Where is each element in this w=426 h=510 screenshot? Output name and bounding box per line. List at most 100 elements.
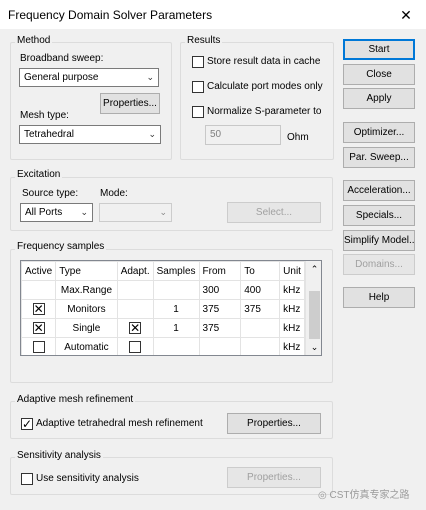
source-type-select[interactable]: All Ports ⌄ (20, 203, 93, 222)
close-icon[interactable]: ✕ (396, 5, 416, 25)
unit-cell: kHz (279, 337, 305, 355)
column-header-type[interactable]: Type (55, 261, 118, 281)
from-cell[interactable]: 375 (198, 318, 242, 338)
par-sweep-button[interactable]: Par. Sweep... (343, 147, 415, 168)
table-row[interactable]: ✕ Single ✕ 1 375 kHz (21, 318, 305, 338)
sensitivity-properties-button[interactable]: Properties... (227, 467, 321, 488)
chevron-down-icon: ⌄ (159, 207, 167, 217)
table-row[interactable]: Automatic kHz (21, 337, 305, 355)
impedance-input[interactable]: 50 (205, 125, 281, 145)
sensitivity-label: Use sensitivity analysis (36, 473, 139, 484)
acceleration-button[interactable]: Acceleration... (343, 180, 415, 201)
mode-select[interactable]: ⌄ (99, 203, 172, 222)
wechat-icon: ◎ (318, 490, 327, 501)
column-header-to[interactable]: To (240, 261, 281, 281)
to-cell[interactable]: 400 (240, 280, 281, 300)
port-modes-checkbox[interactable] (192, 81, 204, 93)
from-cell[interactable]: 300 (198, 280, 242, 300)
adapt-cell[interactable] (116, 337, 154, 355)
unit-cell: kHz (279, 280, 305, 300)
adaptive-properties-button[interactable]: Properties... (227, 413, 321, 434)
store-cache-checkbox[interactable] (192, 56, 204, 68)
adaptive-mesh-group-label: Adaptive mesh refinement (15, 394, 136, 405)
watermark-text: CST仿真专家之路 (329, 490, 410, 501)
chevron-down-icon: ⌄ (146, 72, 154, 82)
table-vertical-scrollbar[interactable]: ⌃ ⌄ (305, 261, 321, 355)
port-modes-label: Calculate port modes only (207, 81, 323, 92)
to-cell[interactable] (240, 337, 281, 355)
apply-button[interactable]: Apply (343, 88, 415, 109)
adaptive-mesh-checkbox[interactable]: ✓ (21, 418, 33, 430)
active-cell[interactable] (21, 337, 57, 355)
column-header-samples[interactable]: Samples (152, 261, 200, 281)
mesh-type-label: Mesh type: (20, 110, 69, 121)
chevron-down-icon: ⌄ (80, 207, 88, 217)
type-cell: Monitors (55, 299, 118, 319)
adapt-cell[interactable]: ✕ (116, 318, 154, 338)
table-header-row: Active Type Adapt. Samples From To Unit (21, 261, 305, 281)
unit-cell: kHz (279, 299, 305, 319)
broadband-sweep-label: Broadband sweep: (20, 53, 104, 64)
scroll-up-icon[interactable]: ⌃ (306, 261, 321, 278)
normalize-sparam-label: Normalize S-parameter to (207, 106, 322, 117)
from-cell[interactable]: 375 (198, 299, 242, 319)
checkbox[interactable] (32, 341, 45, 353)
frequency-samples-table[interactable]: Active Type Adapt. Samples From To Unit … (20, 260, 322, 356)
active-cell[interactable]: ✕ (21, 318, 57, 338)
method-group-label: Method (15, 35, 53, 46)
specials-button[interactable]: Specials... (343, 205, 415, 226)
source-type-label: Source type: (22, 188, 79, 199)
scroll-down-icon[interactable]: ⌄ (306, 339, 321, 355)
checkmark-icon[interactable]: ✕ (32, 322, 45, 334)
mesh-type-value: Tetrahedral (24, 129, 75, 140)
column-header-unit[interactable]: Unit (279, 261, 305, 281)
sensitivity-checkbox[interactable] (21, 473, 33, 485)
column-header-adapt[interactable]: Adapt. (116, 261, 154, 281)
type-cell: Max.Range (55, 280, 118, 300)
adapt-cell (116, 280, 154, 300)
simplify-model-button[interactable]: Simplify Model... (343, 230, 415, 251)
samples-cell[interactable]: 1 (152, 318, 200, 338)
domains-button[interactable]: Domains... (343, 254, 415, 275)
excitation-select-button[interactable]: Select... (227, 202, 321, 223)
column-header-from[interactable]: From (198, 261, 242, 281)
optimizer-button[interactable]: Optimizer... (343, 122, 415, 143)
source-type-value: All Ports (25, 207, 63, 218)
checkbox[interactable] (129, 341, 142, 353)
samples-cell[interactable] (152, 280, 200, 300)
scrollbar-thumb[interactable] (309, 291, 320, 339)
normalize-sparam-checkbox[interactable] (192, 106, 204, 118)
checkmark-icon[interactable]: ✕ (129, 322, 142, 334)
type-cell: Single (55, 318, 118, 338)
start-button[interactable]: Start (343, 39, 415, 60)
broadband-sweep-select[interactable]: General purpose ⌄ (19, 68, 159, 87)
excitation-group-label: Excitation (15, 169, 63, 180)
help-button[interactable]: Help (343, 287, 415, 308)
table-row[interactable]: ✕ Monitors 1 375 375 kHz (21, 299, 305, 319)
samples-cell[interactable]: 1 (152, 299, 200, 319)
method-properties-button[interactable]: Properties... (100, 93, 160, 114)
chevron-down-icon: ⌄ (148, 129, 156, 139)
watermark: ◎ CST仿真专家之路 (318, 486, 410, 501)
table-row[interactable]: Max.Range 300 400 kHz (21, 280, 305, 300)
close-button[interactable]: Close (343, 64, 415, 85)
active-cell[interactable]: ✕ (21, 299, 57, 319)
to-cell[interactable]: 375 (240, 299, 281, 319)
sensitivity-group-label: Sensitivity analysis (15, 450, 103, 461)
broadband-sweep-value: General purpose (24, 72, 99, 83)
type-cell: Automatic (55, 337, 118, 355)
samples-cell[interactable] (152, 337, 200, 355)
column-header-active[interactable]: Active (21, 261, 57, 281)
to-cell[interactable] (240, 318, 281, 338)
active-cell (21, 280, 57, 300)
window-title: Frequency Domain Solver Parameters (8, 8, 213, 22)
adapt-cell (116, 299, 154, 319)
impedance-unit-label: Ohm (287, 132, 309, 143)
title-bar: Frequency Domain Solver Parameters ✕ (0, 0, 426, 30)
store-cache-label: Store result data in cache (207, 56, 321, 67)
results-group-label: Results (185, 35, 223, 46)
from-cell[interactable] (198, 337, 242, 355)
frequency-samples-group-label: Frequency samples (15, 241, 107, 252)
mesh-type-select[interactable]: Tetrahedral ⌄ (19, 125, 161, 144)
checkmark-icon[interactable]: ✕ (32, 303, 45, 315)
